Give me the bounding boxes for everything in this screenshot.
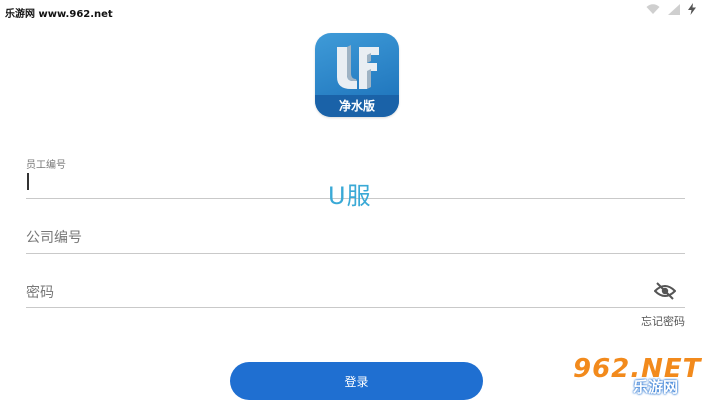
company-id-placeholder: 公司编号 bbox=[26, 230, 82, 246]
status-icons bbox=[646, 3, 696, 18]
password-underline bbox=[26, 307, 685, 308]
uf-logo-icon bbox=[337, 45, 379, 89]
charging-icon bbox=[688, 3, 696, 18]
password-field[interactable]: 密码 bbox=[26, 279, 685, 311]
employee-id-label: 员工编号 bbox=[26, 160, 66, 171]
status-bar: 乐游网 www.962.net bbox=[0, 0, 712, 22]
login-button[interactable]: 登录 bbox=[230, 362, 483, 400]
center-watermark: U服 bbox=[328, 182, 372, 210]
site-watermark: 乐游网 www.962.net bbox=[2, 4, 116, 21]
company-id-underline bbox=[26, 253, 685, 254]
text-cursor bbox=[27, 173, 29, 190]
wifi-icon bbox=[646, 3, 660, 18]
login-button-label: 登录 bbox=[344, 374, 369, 389]
corner-watermark-bottom: 乐游网 bbox=[633, 378, 679, 396]
company-id-field[interactable]: 公司编号 bbox=[26, 224, 685, 256]
signal-icon bbox=[668, 3, 680, 18]
app-logo: 净水版 bbox=[315, 33, 399, 117]
forgot-password-link[interactable]: 忘记密码 bbox=[641, 313, 685, 329]
password-placeholder: 密码 bbox=[26, 285, 54, 301]
corner-watermark: 962.NET 乐游网 bbox=[573, 354, 707, 396]
logo-subtitle: 净水版 bbox=[315, 95, 399, 117]
visibility-off-icon[interactable] bbox=[653, 282, 677, 300]
